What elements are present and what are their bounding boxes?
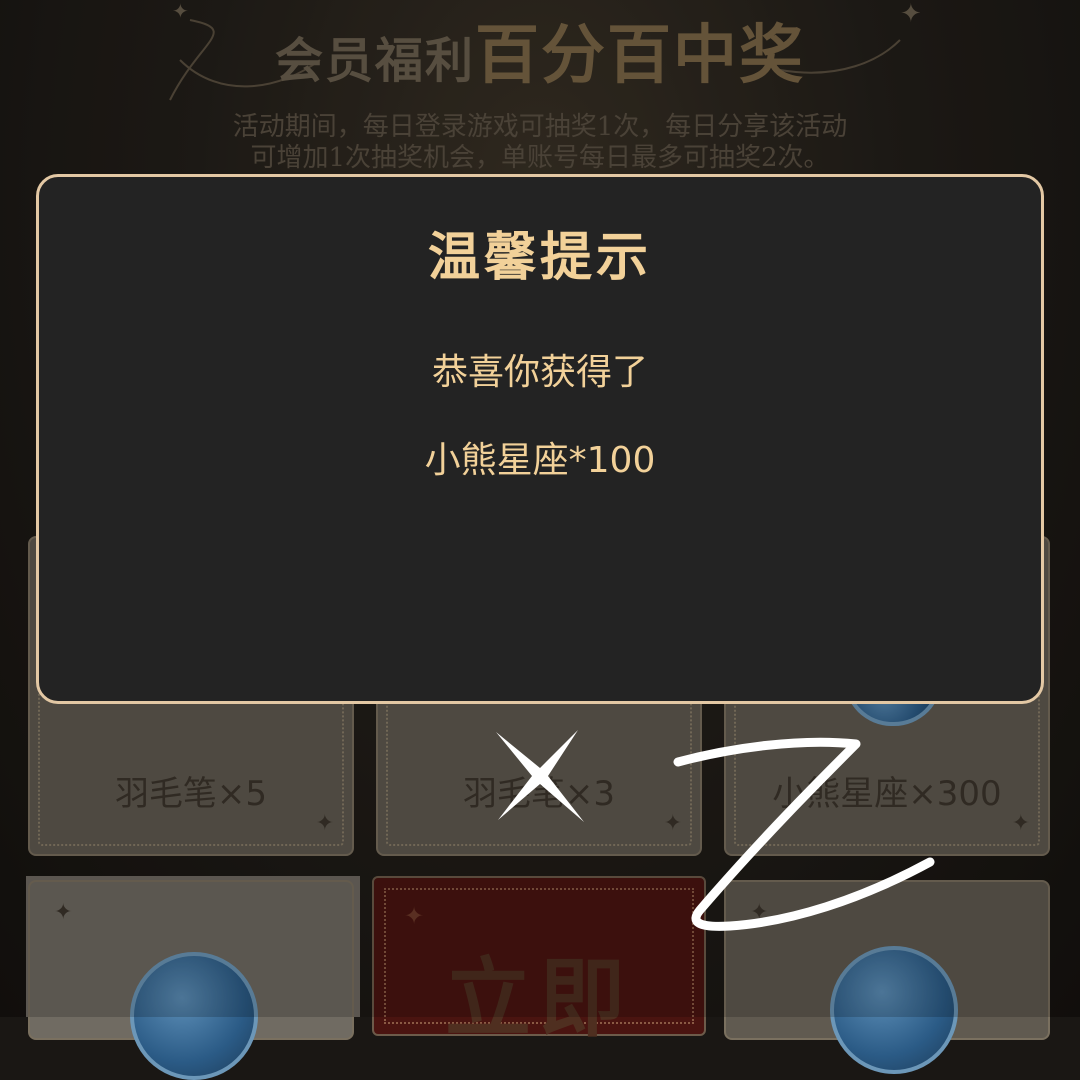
dialog-title: 温馨提示 xyxy=(427,228,652,288)
tip-dialog: 温馨提示 恭喜你获得了 小熊星座*100 xyxy=(36,174,1044,704)
scribble-annotation xyxy=(673,737,935,931)
dialog-prize: 小熊星座*100 xyxy=(424,440,656,481)
close-icon[interactable] xyxy=(492,728,588,824)
dialog-message: 恭喜你获得了 xyxy=(431,352,648,393)
